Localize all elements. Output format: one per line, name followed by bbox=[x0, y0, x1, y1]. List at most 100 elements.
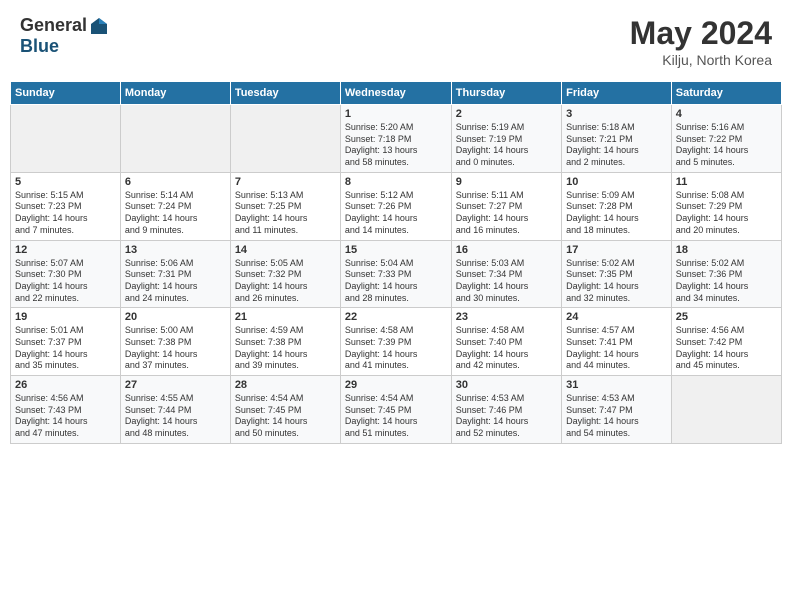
cell-content: Sunrise: 4:56 AMSunset: 7:42 PMDaylight:… bbox=[676, 325, 777, 372]
cell-content: Sunrise: 5:06 AMSunset: 7:31 PMDaylight:… bbox=[125, 258, 226, 305]
calendar-cell: 10 Sunrise: 5:09 AMSunset: 7:28 PMDayligh… bbox=[562, 172, 672, 240]
calendar-cell: 11 Sunrise: 5:08 AMSunset: 7:29 PMDayligh… bbox=[671, 172, 781, 240]
calendar-cell: 25 Sunrise: 4:56 AMSunset: 7:42 PMDayligh… bbox=[671, 308, 781, 376]
cell-content: Sunrise: 4:55 AMSunset: 7:44 PMDaylight:… bbox=[125, 393, 226, 440]
calendar-cell bbox=[671, 376, 781, 444]
day-number: 16 bbox=[456, 244, 557, 256]
calendar-cell: 2Sunrise: 5:19 AMSunset: 7:19 PMDaylight… bbox=[451, 105, 561, 173]
cell-content: Sunrise: 4:58 AMSunset: 7:39 PMDaylight:… bbox=[345, 325, 447, 372]
calendar-cell: 29 Sunrise: 4:54 AMSunset: 7:45 PMDayligh… bbox=[340, 376, 451, 444]
calendar-cell: 12 Sunrise: 5:07 AMSunset: 7:30 PMDayligh… bbox=[11, 240, 121, 308]
day-number: 13 bbox=[125, 244, 226, 256]
cell-content: Sunrise: 5:08 AMSunset: 7:29 PMDaylight:… bbox=[676, 190, 777, 237]
cell-content: Sunrise: 5:05 AMSunset: 7:32 PMDaylight:… bbox=[235, 258, 336, 305]
day-number: 26 bbox=[15, 379, 116, 391]
cell-content: Sunrise: 5:11 AMSunset: 7:27 PMDaylight:… bbox=[456, 190, 557, 237]
calendar-cell: 21 Sunrise: 4:59 AMSunset: 7:38 PMDayligh… bbox=[230, 308, 340, 376]
day-header-friday: Friday bbox=[562, 82, 672, 105]
day-number: 12 bbox=[15, 244, 116, 256]
cell-content: Sunrise: 5:04 AMSunset: 7:33 PMDaylight:… bbox=[345, 258, 447, 305]
location: Kilju, North Korea bbox=[630, 52, 772, 68]
day-header-sunday: Sunday bbox=[11, 82, 121, 105]
day-number: 29 bbox=[345, 379, 447, 391]
calendar-cell: 6Sunrise: 5:14 AMSunset: 7:24 PMDaylight… bbox=[120, 172, 230, 240]
day-number: 19 bbox=[15, 311, 116, 323]
day-header-wednesday: Wednesday bbox=[340, 82, 451, 105]
day-header-thursday: Thursday bbox=[451, 82, 561, 105]
cell-content: Sunrise: 4:53 AMSunset: 7:46 PMDaylight:… bbox=[456, 393, 557, 440]
calendar-cell: 31 Sunrise: 4:53 AMSunset: 7:47 PMDayligh… bbox=[562, 376, 672, 444]
calendar-cell: 15 Sunrise: 5:04 AMSunset: 7:33 PMDayligh… bbox=[340, 240, 451, 308]
cell-content: Sunrise: 5:09 AMSunset: 7:28 PMDaylight:… bbox=[566, 190, 667, 237]
calendar-cell: 22 Sunrise: 4:58 AMSunset: 7:39 PMDayligh… bbox=[340, 308, 451, 376]
cell-content: Sunrise: 5:20 AMSunset: 7:18 PMDaylight:… bbox=[345, 122, 447, 169]
cell-content: Sunrise: 4:54 AMSunset: 7:45 PMDaylight:… bbox=[345, 393, 447, 440]
calendar-cell: 26 Sunrise: 4:56 AMSunset: 7:43 PMDayligh… bbox=[11, 376, 121, 444]
day-number: 11 bbox=[676, 176, 777, 188]
calendar-cell: 1 Sunrise: 5:20 AMSunset: 7:18 PMDaylight… bbox=[340, 105, 451, 173]
calendar-cell: 30 Sunrise: 4:53 AMSunset: 7:46 PMDayligh… bbox=[451, 376, 561, 444]
calendar-cell: 13 Sunrise: 5:06 AMSunset: 7:31 PMDayligh… bbox=[120, 240, 230, 308]
day-number: 7 bbox=[235, 176, 336, 188]
calendar-cell: 5Sunrise: 5:15 AMSunset: 7:23 PMDaylight… bbox=[11, 172, 121, 240]
day-number: 25 bbox=[676, 311, 777, 323]
day-header-tuesday: Tuesday bbox=[230, 82, 340, 105]
calendar-cell: 23 Sunrise: 4:58 AMSunset: 7:40 PMDayligh… bbox=[451, 308, 561, 376]
title-area: May 2024 Kilju, North Korea bbox=[630, 15, 772, 68]
calendar-cell bbox=[11, 105, 121, 173]
day-number: 3 bbox=[566, 108, 667, 120]
day-number: 15 bbox=[345, 244, 447, 256]
calendar-cell: 14Sunrise: 5:05 AMSunset: 7:32 PMDayligh… bbox=[230, 240, 340, 308]
cell-content: Sunrise: 4:53 AMSunset: 7:47 PMDaylight:… bbox=[566, 393, 667, 440]
day-number: 20 bbox=[125, 311, 226, 323]
calendar-cell: 8Sunrise: 5:12 AMSunset: 7:26 PMDaylight… bbox=[340, 172, 451, 240]
cell-content: Sunrise: 5:00 AMSunset: 7:38 PMDaylight:… bbox=[125, 325, 226, 372]
calendar-week-row: 12 Sunrise: 5:07 AMSunset: 7:30 PMDayligh… bbox=[11, 240, 782, 308]
cell-content: Sunrise: 5:01 AMSunset: 7:37 PMDaylight:… bbox=[15, 325, 116, 372]
calendar: SundayMondayTuesdayWednesdayThursdayFrid… bbox=[10, 81, 782, 444]
cell-content: Sunrise: 4:57 AMSunset: 7:41 PMDaylight:… bbox=[566, 325, 667, 372]
day-number: 30 bbox=[456, 379, 557, 391]
calendar-week-row: 5Sunrise: 5:15 AMSunset: 7:23 PMDaylight… bbox=[11, 172, 782, 240]
day-number: 4 bbox=[676, 108, 777, 120]
day-number: 1 bbox=[345, 108, 447, 120]
cell-content: Sunrise: 5:15 AMSunset: 7:23 PMDaylight:… bbox=[15, 190, 116, 237]
cell-content: Sunrise: 5:02 AMSunset: 7:36 PMDaylight:… bbox=[676, 258, 777, 305]
cell-content: Sunrise: 5:13 AMSunset: 7:25 PMDaylight:… bbox=[235, 190, 336, 237]
cell-content: Sunrise: 5:07 AMSunset: 7:30 PMDaylight:… bbox=[15, 258, 116, 305]
cell-content: Sunrise: 5:03 AMSunset: 7:34 PMDaylight:… bbox=[456, 258, 557, 305]
calendar-cell bbox=[120, 105, 230, 173]
calendar-week-row: 19 Sunrise: 5:01 AMSunset: 7:37 PMDayligh… bbox=[11, 308, 782, 376]
calendar-cell: 17 Sunrise: 5:02 AMSunset: 7:35 PMDayligh… bbox=[562, 240, 672, 308]
day-number: 18 bbox=[676, 244, 777, 256]
day-number: 23 bbox=[456, 311, 557, 323]
calendar-week-row: 26 Sunrise: 4:56 AMSunset: 7:43 PMDayligh… bbox=[11, 376, 782, 444]
cell-content: Sunrise: 5:02 AMSunset: 7:35 PMDaylight:… bbox=[566, 258, 667, 305]
cell-content: Sunrise: 5:16 AMSunset: 7:22 PMDaylight:… bbox=[676, 122, 777, 169]
month-title: May 2024 bbox=[630, 15, 772, 52]
day-header-monday: Monday bbox=[120, 82, 230, 105]
calendar-cell: 27Sunrise: 4:55 AMSunset: 7:44 PMDayligh… bbox=[120, 376, 230, 444]
logo-icon bbox=[89, 16, 109, 36]
day-number: 9 bbox=[456, 176, 557, 188]
day-number: 17 bbox=[566, 244, 667, 256]
cell-content: Sunrise: 4:59 AMSunset: 7:38 PMDaylight:… bbox=[235, 325, 336, 372]
calendar-cell: 24 Sunrise: 4:57 AMSunset: 7:41 PMDayligh… bbox=[562, 308, 672, 376]
logo-blue-text: Blue bbox=[20, 36, 59, 57]
day-number: 8 bbox=[345, 176, 447, 188]
calendar-cell: 16 Sunrise: 5:03 AMSunset: 7:34 PMDayligh… bbox=[451, 240, 561, 308]
day-number: 6 bbox=[125, 176, 226, 188]
day-header-saturday: Saturday bbox=[671, 82, 781, 105]
page-header: General Blue May 2024 Kilju, North Korea bbox=[10, 10, 782, 73]
calendar-header-row: SundayMondayTuesdayWednesdayThursdayFrid… bbox=[11, 82, 782, 105]
cell-content: Sunrise: 5:19 AMSunset: 7:19 PMDaylight:… bbox=[456, 122, 557, 169]
day-number: 10 bbox=[566, 176, 667, 188]
day-number: 31 bbox=[566, 379, 667, 391]
calendar-cell bbox=[230, 105, 340, 173]
logo: General Blue bbox=[20, 15, 109, 57]
day-number: 24 bbox=[566, 311, 667, 323]
day-number: 22 bbox=[345, 311, 447, 323]
day-number: 21 bbox=[235, 311, 336, 323]
cell-content: Sunrise: 4:58 AMSunset: 7:40 PMDaylight:… bbox=[456, 325, 557, 372]
cell-content: Sunrise: 4:56 AMSunset: 7:43 PMDaylight:… bbox=[15, 393, 116, 440]
